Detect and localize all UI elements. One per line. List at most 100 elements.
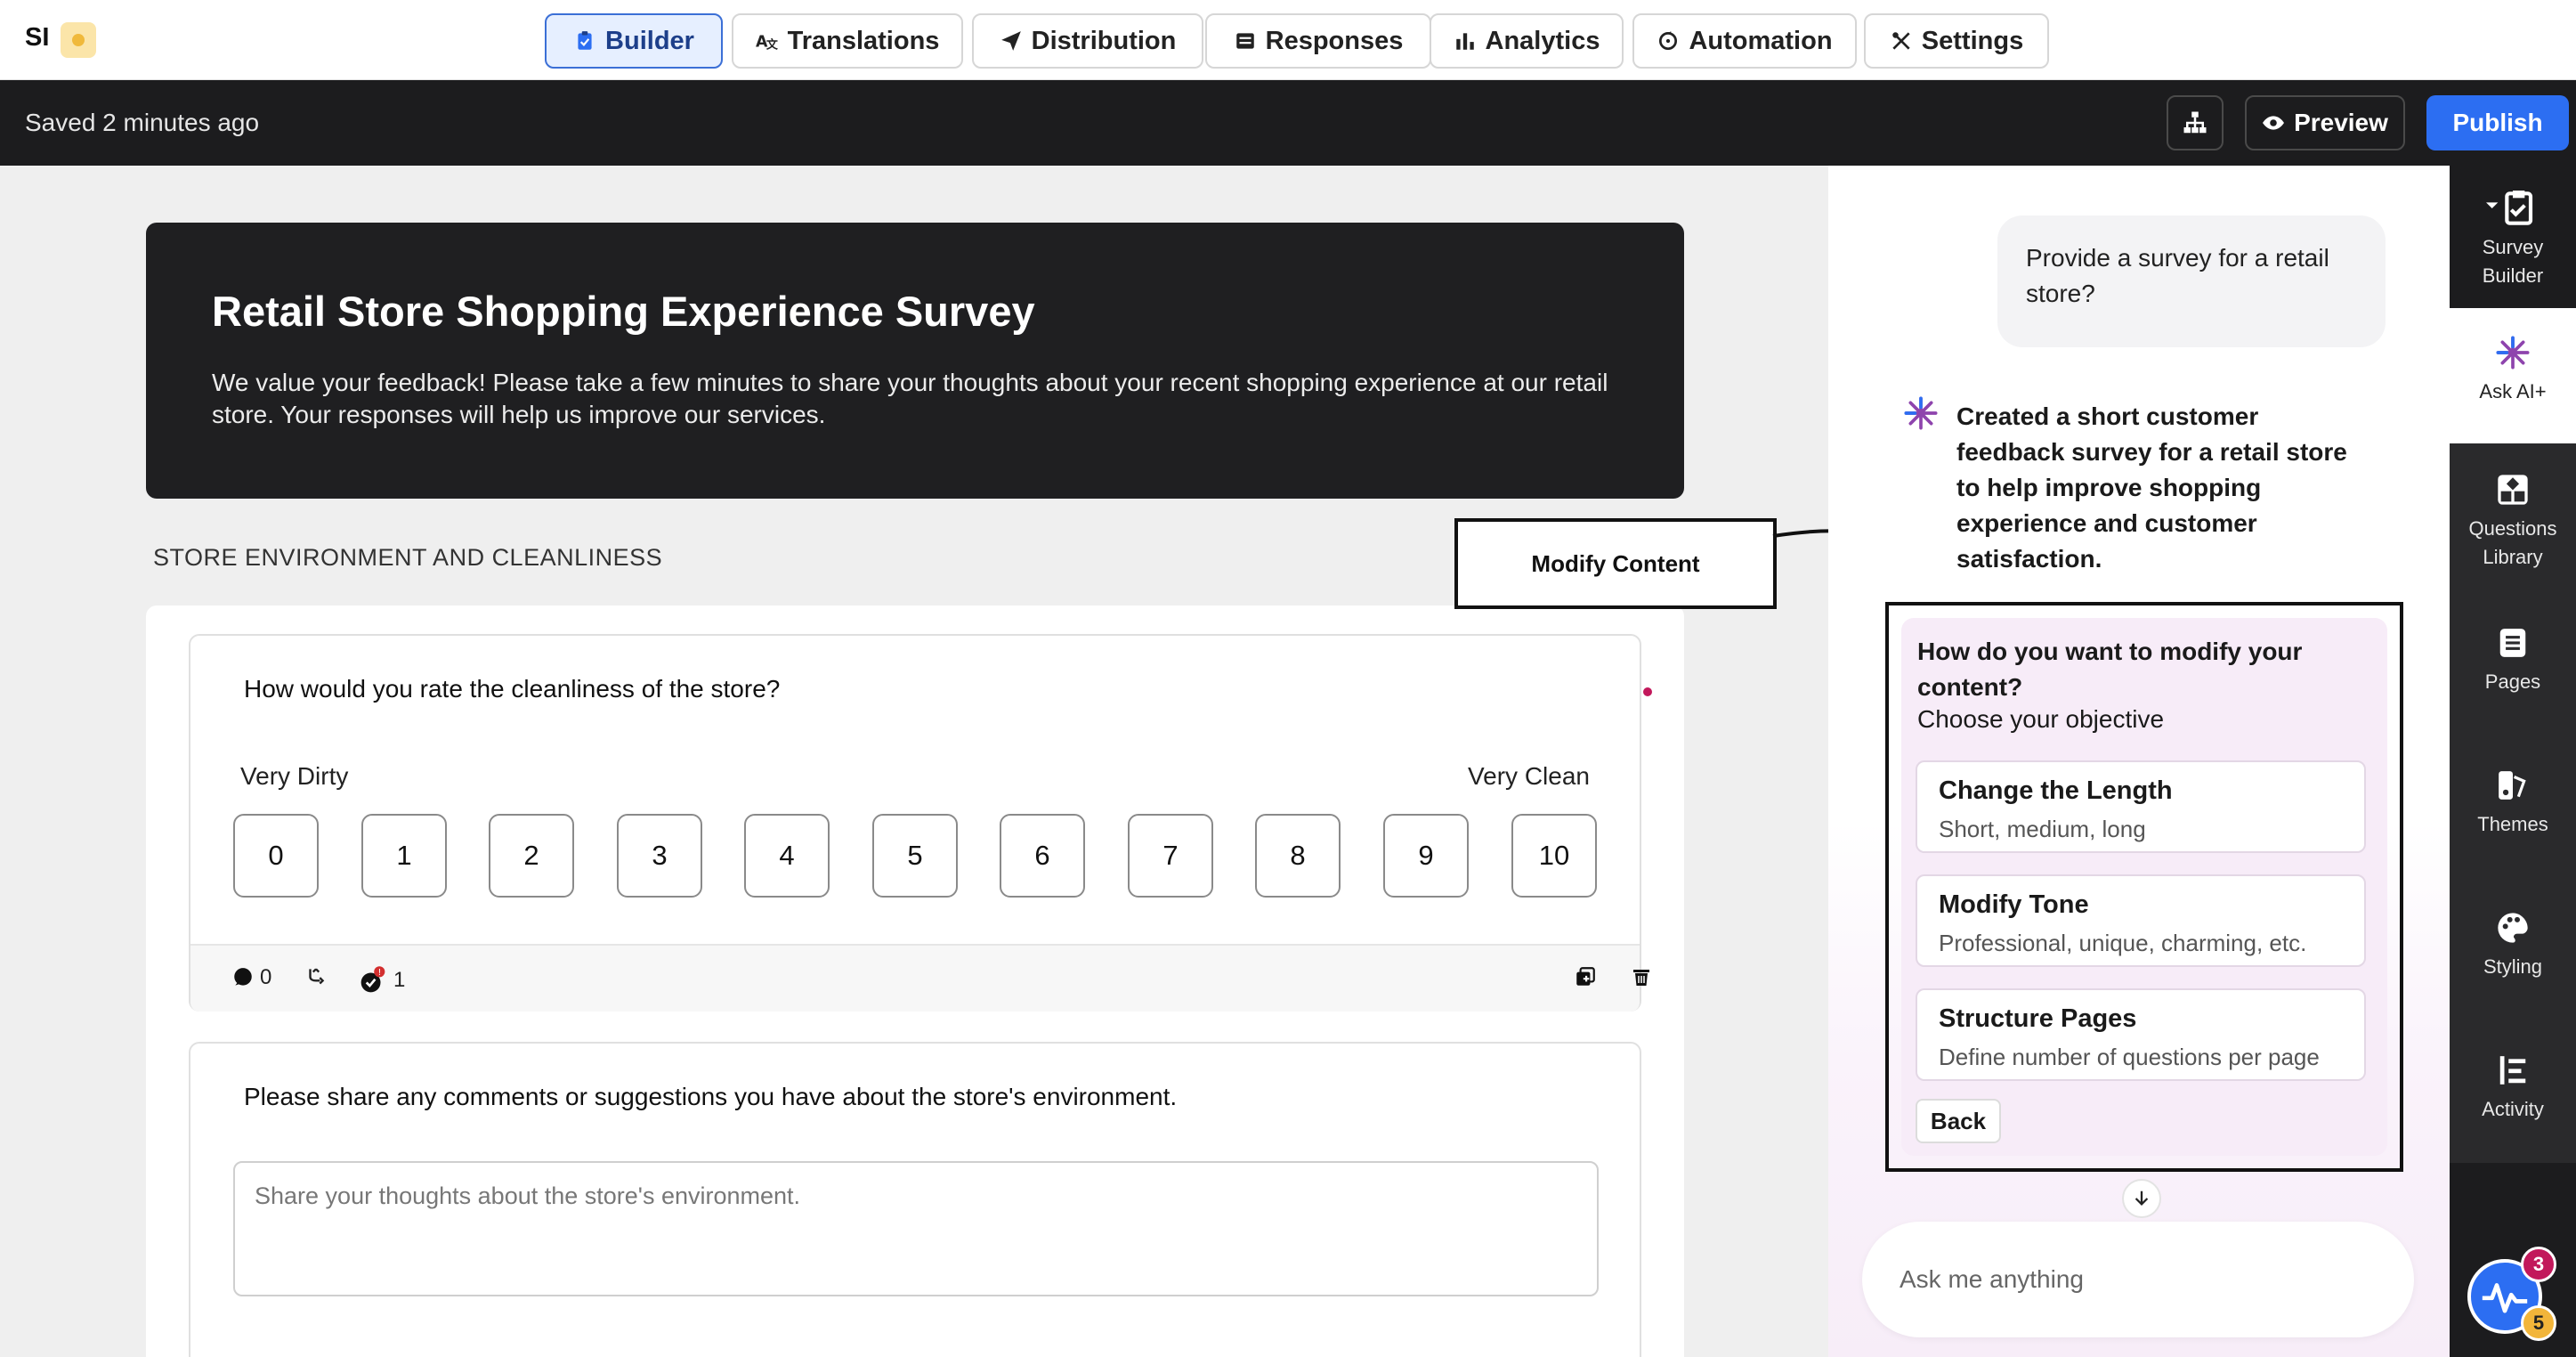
required-indicator-icon (1643, 687, 1652, 696)
option-subtitle: Professional, unique, charming, etc. (1939, 930, 2307, 956)
comments-button[interactable]: 0 (231, 965, 271, 990)
question-card-rating[interactable]: How would you rate the cleanliness of th… (189, 634, 1652, 1012)
svg-text:!: ! (377, 968, 381, 978)
option-title: Modify Tone (1939, 890, 2089, 919)
tab-responses[interactable]: Responses (1205, 13, 1431, 69)
option-title: Structure Pages (1939, 1004, 2137, 1033)
sitemap-icon (2183, 111, 2207, 134)
comments-textarea[interactable] (233, 1161, 1599, 1296)
option-title: Change the Length (1939, 776, 2173, 805)
scale-low-label: Very Dirty (240, 762, 349, 790)
option-change-length[interactable]: Change the Length Short, medium, long (1916, 760, 2366, 853)
logic-button[interactable] (304, 965, 328, 988)
scale-option-8[interactable]: 8 (1255, 814, 1341, 898)
option-subtitle: Short, medium, long (1939, 816, 2146, 842)
eye-icon (2263, 116, 2284, 130)
clipboard-check-icon (2486, 191, 2533, 225)
chat-input[interactable] (1862, 1222, 2414, 1337)
validation-count: 1 (393, 968, 406, 992)
rail-label: Survey Builder (2482, 236, 2544, 287)
tab-distribution[interactable]: Distribution (972, 13, 1203, 69)
check-circle-icon: ! (360, 966, 385, 993)
user-message: Provide a survey for a retail store? (1997, 215, 2386, 347)
modify-content-callout: Modify Content (1454, 518, 1777, 609)
scale-option-3[interactable]: 3 (617, 814, 702, 898)
sparkle-icon (1904, 396, 1938, 430)
saved-status: Saved 2 minutes ago (25, 109, 260, 136)
tab-analytics[interactable]: Analytics (1430, 13, 1624, 69)
trash-icon (1633, 970, 1649, 986)
scale-option-10[interactable]: 10 (1511, 814, 1597, 898)
question-card-text[interactable]: Please share any comments or suggestions… (189, 1042, 1641, 1357)
tab-automation[interactable]: Automation (1632, 13, 1857, 69)
translate-icon: A文 (756, 34, 779, 53)
option-structure-pages[interactable]: Structure Pages Define number of questio… (1916, 988, 2366, 1081)
rail-label: Activity (2482, 1098, 2544, 1120)
scale-option-9[interactable]: 9 (1383, 814, 1469, 898)
scale-option-4[interactable]: 4 (744, 814, 830, 898)
preview-button[interactable]: Preview (2245, 95, 2405, 150)
scale-option-5[interactable]: 5 (872, 814, 958, 898)
delete-button[interactable] (1631, 965, 1652, 988)
themes-icon (2499, 771, 2526, 800)
notification-badge: 3 (2521, 1247, 2556, 1282)
back-button[interactable]: Back (1916, 1099, 2001, 1143)
rail-label: Questions Library (2468, 517, 2557, 568)
arrow-down-icon (2135, 1190, 2149, 1207)
section-title: STORE ENVIRONMENT AND CLEANLINESS (153, 544, 663, 571)
action-bar: Saved 2 minutes ago Preview Publish (0, 80, 2576, 166)
tab-label: Settings (1921, 26, 2024, 55)
question-footer: 0 ! 1 (190, 944, 1649, 1012)
survey-canvas: Retail Store Shopping Experience Survey … (0, 166, 1828, 1357)
modify-content-card: How do you want to modify your content? … (1901, 618, 2387, 1156)
scroll-down-button[interactable] (2122, 1179, 2161, 1218)
rail-item-themes[interactable]: Themes (2450, 768, 2576, 874)
palette-icon (2498, 913, 2528, 943)
scale-option-6[interactable]: 6 (1000, 814, 1085, 898)
rail-item-activity[interactable]: Activity (2450, 1052, 2576, 1159)
preview-label: Preview (2294, 109, 2388, 136)
scale-option-7[interactable]: 7 (1128, 814, 1213, 898)
rail-item-pages[interactable]: Pages (2450, 625, 2576, 732)
send-icon (1000, 31, 1021, 51)
pulse-icon (2482, 1283, 2528, 1313)
scale-option-2[interactable]: 2 (489, 814, 574, 898)
rail-label: Ask AI+ (2479, 380, 2547, 402)
tab-builder[interactable]: Builder (545, 13, 723, 69)
library-icon (2498, 475, 2528, 505)
scale-option-0[interactable]: 0 (233, 814, 319, 898)
warning-badge: 5 (2521, 1305, 2556, 1341)
rail-item-survey-builder[interactable]: Survey Builder (2450, 166, 2576, 308)
tab-label: Automation (1689, 26, 1833, 55)
survey-header[interactable]: Retail Store Shopping Experience Survey … (146, 223, 1684, 499)
sparkle-icon (2496, 336, 2530, 370)
tab-label: Analytics (1485, 26, 1600, 55)
tab-settings[interactable]: Settings (1864, 13, 2049, 69)
app-logo-text: SI (25, 23, 50, 52)
modify-subtitle: Choose your objective (1917, 705, 2165, 733)
logic-tree-button[interactable] (2167, 95, 2224, 150)
activity-icon (2499, 1056, 2526, 1085)
tab-translations[interactable]: A文 Translations (732, 13, 963, 69)
rail-item-ask-ai[interactable]: Ask AI+ (2450, 308, 2576, 443)
survey-description: We value your feedback! Please take a fe… (212, 369, 1608, 428)
modify-content-highlight: How do you want to modify your content? … (1885, 602, 2403, 1172)
duplicate-button[interactable] (1574, 965, 1597, 988)
validation-button[interactable]: ! 1 (358, 965, 405, 995)
option-modify-tone[interactable]: Modify Tone Professional, unique, charmi… (1916, 874, 2366, 967)
question-text: Please share any comments or suggestions… (244, 1083, 1178, 1110)
survey-title: Retail Store Shopping Experience Survey (212, 288, 1035, 335)
tab-label: Responses (1265, 26, 1404, 55)
status-indicator (61, 22, 96, 58)
comment-count: 0 (260, 965, 272, 989)
scale-option-1[interactable]: 1 (361, 814, 447, 898)
scale-high-label: Very Clean (1468, 762, 1590, 790)
pages-icon (2499, 629, 2526, 657)
rail-label: Pages (2484, 670, 2541, 693)
publish-button[interactable]: Publish (2426, 95, 2569, 150)
rail-item-questions-library[interactable]: Questions Library (2450, 468, 2576, 602)
list-icon (1235, 33, 1254, 49)
tab-label: Builder (605, 26, 694, 55)
rail-item-styling[interactable]: Styling (2450, 910, 2576, 1017)
sync-icon (1659, 31, 1678, 51)
